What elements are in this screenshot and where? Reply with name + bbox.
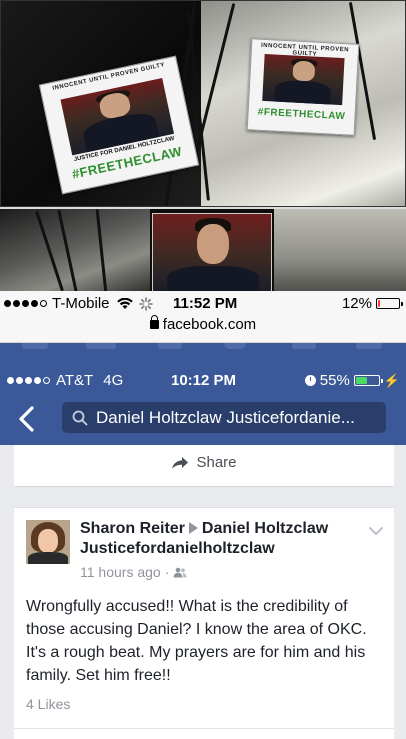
wifi-icon [116, 297, 133, 309]
bag-right [274, 209, 406, 291]
post-target-link[interactable]: Daniel Holtzclaw [202, 520, 328, 537]
printed-card-right: INNOCENT UNTIL PROVEN GUILTY #FREETHECLA… [246, 38, 360, 136]
battery-percent: 55% [319, 372, 350, 389]
back-arrow-icon [19, 406, 34, 432]
post-meta: 11 hours ago · [80, 564, 187, 580]
battery-icon [376, 298, 403, 309]
address-bar[interactable]: facebook.com [0, 315, 406, 333]
battery-status: 55% ⚡ [304, 372, 400, 389]
back-button[interactable] [12, 402, 42, 436]
status-bar-att: AT&T 4G 10:12 PM 55% ⚡ [0, 365, 406, 393]
screenshot-collage: INNOCENT UNTIL PROVEN GUILTY JUSTICE FOR… [0, 0, 406, 739]
card-portrait [261, 54, 345, 106]
post-header: Sharon Reiter Daniel Holtzclaw Justicefor… [80, 519, 368, 559]
triangle-right-icon [188, 522, 198, 534]
post-body: Wrongfully accused!! What is the credibi… [26, 598, 367, 684]
avatar[interactable] [26, 520, 70, 564]
post-target-subtitle[interactable]: Justicefordanielholtzclaw [80, 540, 275, 557]
charging-icon: ⚡ [383, 372, 400, 388]
chevron-down-icon [369, 527, 383, 535]
friends-icon [173, 567, 187, 577]
signal-icon [4, 300, 47, 307]
search-text: Daniel Holtzclaw Justicefordanie... [96, 407, 355, 427]
likes-count[interactable]: 4 Likes [26, 696, 70, 712]
url-text: facebook.com [162, 316, 257, 333]
search-icon [72, 410, 88, 425]
post-options-button[interactable] [368, 524, 384, 536]
alarm-icon [304, 375, 316, 386]
meta-separator: · [164, 564, 170, 580]
share-label: Share [196, 454, 237, 471]
photo-bags-bottom [0, 207, 406, 291]
previous-post-footer: Share [14, 445, 394, 487]
divider [14, 728, 394, 729]
news-feed: Share Sharon Reiter Daniel Holtzclaw Just… [0, 445, 406, 739]
portrait-photo [152, 213, 272, 291]
search-input[interactable]: Daniel Holtzclaw Justicefordanie... [62, 402, 386, 433]
battery-percent: 12% [341, 295, 372, 312]
card-hashtag: #FREETHECLAW [257, 106, 346, 122]
battery-status: 12% [341, 295, 403, 312]
status-time: 10:12 PM [171, 372, 237, 389]
lock-icon [149, 315, 159, 329]
loading-spinner-icon [138, 296, 153, 311]
share-button[interactable]: Share [14, 454, 394, 471]
battery-icon [353, 375, 383, 386]
carrier-name: AT&T [56, 372, 94, 389]
post-card: Sharon Reiter Daniel Holtzclaw Justicefor… [14, 507, 394, 739]
post-author-link[interactable]: Sharon Reiter [80, 520, 185, 537]
status-bar-tmobile: T-Mobile 11:52 PM 12% facebook.com [0, 291, 406, 343]
photo-bags-top: INNOCENT UNTIL PROVEN GUILTY JUSTICE FOR… [0, 0, 406, 207]
signal-icon [7, 377, 50, 384]
carrier-name: T-Mobile [52, 295, 110, 312]
status-time: 11:52 PM [173, 295, 238, 312]
post-timestamp[interactable]: 11 hours ago [80, 564, 161, 580]
carrier-info: AT&T 4G [7, 372, 123, 389]
fb-header-strip [0, 343, 406, 365]
network-type: 4G [103, 372, 124, 389]
fb-nav-bar: Daniel Holtzclaw Justicefordanie... [0, 393, 406, 445]
share-arrow-icon [172, 456, 189, 469]
carrier-info: T-Mobile [4, 295, 153, 312]
